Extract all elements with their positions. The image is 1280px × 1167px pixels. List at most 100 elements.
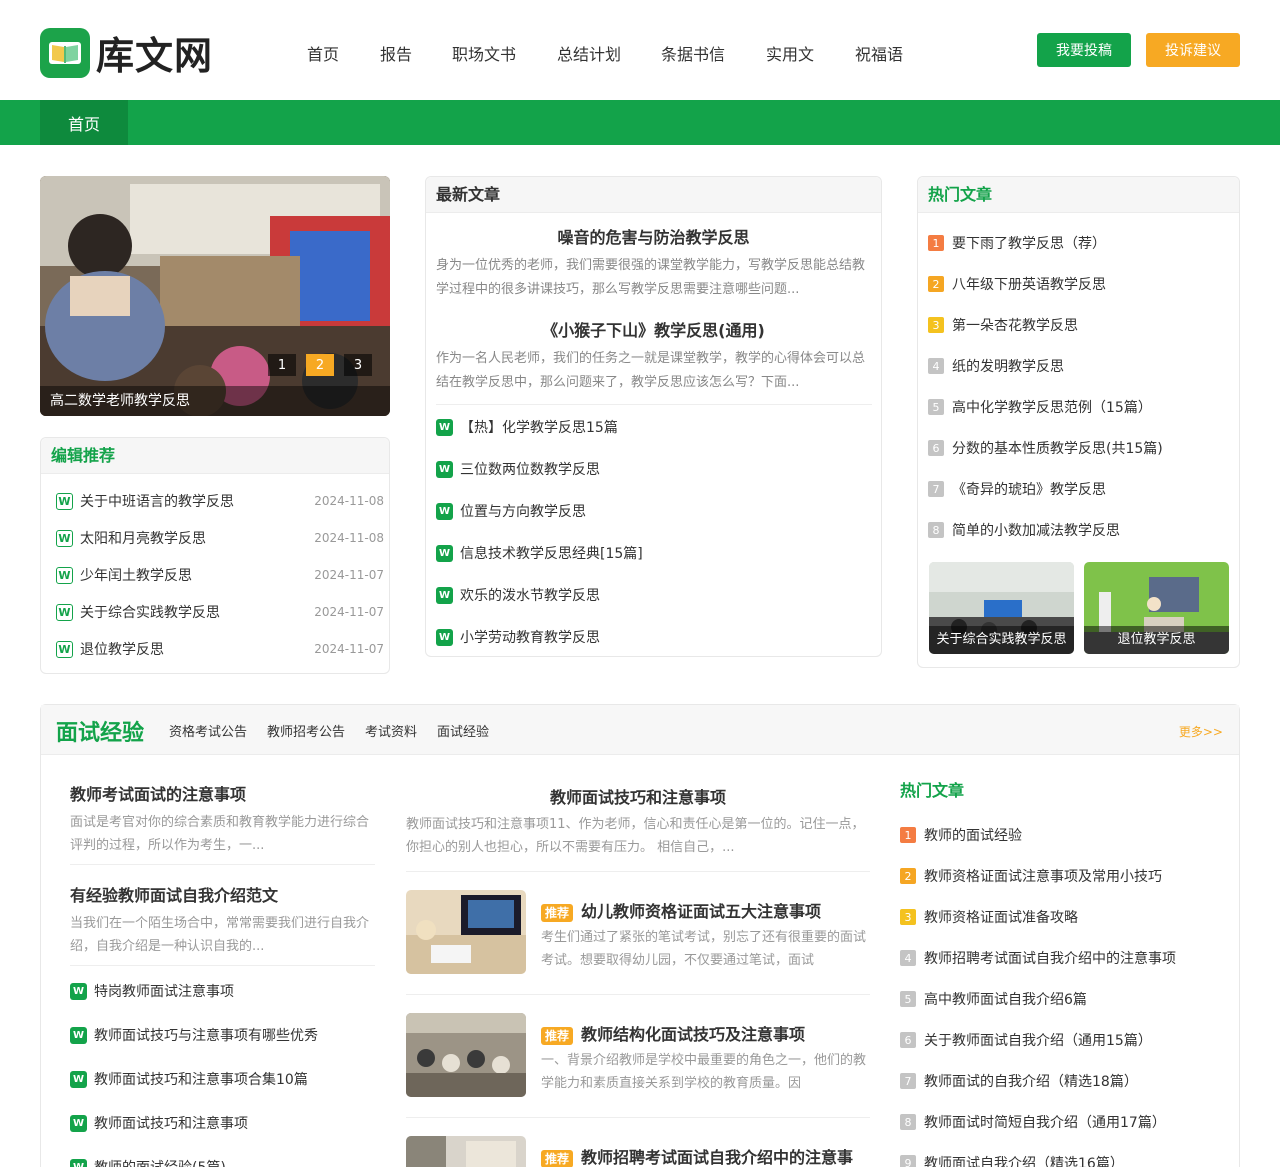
more-link[interactable]: 更多>> xyxy=(1179,723,1223,740)
list-item-title[interactable]: 欢乐的泼水节教学反思 xyxy=(460,585,600,605)
hot-item[interactable]: 4 纸的发明教学反思 xyxy=(928,356,1064,376)
image-slider[interactable]: 1 2 3 高二数学老师教学反思 xyxy=(40,176,390,416)
list-item-title[interactable]: 教师面试技巧与注意事项有哪些优秀 xyxy=(94,1025,318,1045)
hot-item[interactable]: 4 教师招聘考试面试自我介绍中的注意事项 xyxy=(900,948,1176,968)
feature-article-title[interactable]: 有经验教师面试自我介绍范文 xyxy=(70,882,278,906)
list-item-title[interactable]: 关于综合实践教学反思 xyxy=(80,602,314,622)
hot-item[interactable]: 1 要下雨了教学反思（荐） xyxy=(928,233,1106,253)
feature-article-title[interactable]: 《小猴子下山》教学反思(通用) xyxy=(426,317,881,341)
feature-article-title[interactable]: 教师考试面试的注意事项 xyxy=(70,781,246,805)
nav-home[interactable]: 首页 xyxy=(307,41,339,65)
breadcrumb-home[interactable]: 首页 xyxy=(40,100,128,145)
list-item-title[interactable]: 少年闰土教学反思 xyxy=(80,565,314,585)
list-item[interactable]: W 退位教学反思 2024-11-07 xyxy=(56,639,384,659)
hot-item-title[interactable]: 教师招聘考试面试自我介绍中的注意事项 xyxy=(924,948,1176,968)
thumbnail-caption[interactable]: 退位教学反思 xyxy=(1084,626,1229,654)
hot-item-title[interactable]: 教师面试时简短自我介绍（通用17篇） xyxy=(924,1112,1166,1132)
tab-qualification-notice[interactable]: 资格考试公告 xyxy=(169,721,247,740)
tab-interview-experience[interactable]: 面试经验 xyxy=(437,721,489,740)
news-item-title-row[interactable]: 推荐 教师结构化面试技巧及注意事项 xyxy=(541,1021,805,1045)
list-item-title[interactable]: 【热】化学教学反思15篇 xyxy=(460,417,618,437)
news-item-title-row[interactable]: 推荐 教师招聘考试面试自我介绍中的注意事 xyxy=(541,1144,853,1167)
list-item[interactable]: W 教师面试技巧与注意事项有哪些优秀 xyxy=(70,1025,318,1045)
hot-item-title[interactable]: 教师面试自我介绍（精选16篇） xyxy=(924,1153,1124,1167)
hot-item-title[interactable]: 简单的小数加减法教学反思 xyxy=(952,520,1120,540)
hot-item-title[interactable]: 教师的面试经验 xyxy=(924,825,1022,845)
hot-item-title[interactable]: 教师资格证面试准备攻略 xyxy=(924,907,1078,927)
list-item[interactable]: W 关于综合实践教学反思 2024-11-07 xyxy=(56,602,384,622)
list-item-title[interactable]: 退位教学反思 xyxy=(80,639,314,659)
list-item-title[interactable]: 小学劳动教育教学反思 xyxy=(460,627,600,647)
hot-item[interactable]: 5 高中教师面试自我介绍6篇 xyxy=(900,989,1087,1009)
hot-item[interactable]: 1 教师的面试经验 xyxy=(900,825,1022,845)
hot-item[interactable]: 5 高中化学教学反思范例（15篇） xyxy=(928,397,1152,417)
headline-title[interactable]: 教师面试技巧和注意事项 xyxy=(406,784,870,808)
list-item-title[interactable]: 关于中班语言的教学反思 xyxy=(80,491,314,511)
list-item-title[interactable]: 特岗教师面试注意事项 xyxy=(94,981,234,1001)
list-item[interactable]: W 教师面试技巧和注意事项 xyxy=(70,1113,248,1133)
news-title[interactable]: 幼儿教师资格证面试五大注意事项 xyxy=(581,902,821,921)
hot-item[interactable]: 2 八年级下册英语教学反思 xyxy=(928,274,1106,294)
hot-item[interactable]: 9 教师面试自我介绍（精选16篇） xyxy=(900,1153,1124,1167)
hot-item-title[interactable]: 第一朵杏花教学反思 xyxy=(952,315,1078,335)
news-title[interactable]: 教师结构化面试技巧及注意事项 xyxy=(581,1025,805,1044)
nav-summary-plan[interactable]: 总结计划 xyxy=(557,41,621,65)
hot-item-title[interactable]: 要下雨了教学反思（荐） xyxy=(952,233,1106,253)
hot-item[interactable]: 8 教师面试时简短自我介绍（通用17篇） xyxy=(900,1112,1166,1132)
hot-item-title[interactable]: 教师资格证面试注意事项及常用小技巧 xyxy=(924,866,1162,886)
hot-item-title[interactable]: 《奇异的琥珀》教学反思 xyxy=(952,479,1106,499)
site-logo[interactable]: 库文网 xyxy=(40,25,213,80)
news-thumbnail[interactable] xyxy=(406,1136,526,1167)
thumbnail-caption[interactable]: 关于综合实践教学反思 xyxy=(929,626,1074,654)
list-item[interactable]: W 少年闰土教学反思 2024-11-07 xyxy=(56,565,384,585)
thumbnail-card[interactable]: 关于综合实践教学反思 xyxy=(929,562,1074,654)
nav-practical[interactable]: 实用文 xyxy=(766,41,814,65)
list-item[interactable]: W 位置与方向教学反思 xyxy=(436,501,586,521)
nav-report[interactable]: 报告 xyxy=(380,41,412,65)
nav-blessings[interactable]: 祝福语 xyxy=(855,41,903,65)
list-item-title[interactable]: 太阳和月亮教学反思 xyxy=(80,528,314,548)
list-item-title[interactable]: 位置与方向教学反思 xyxy=(460,501,586,521)
list-item[interactable]: W 特岗教师面试注意事项 xyxy=(70,981,234,1001)
slider-dot-active[interactable]: 2 xyxy=(306,354,334,376)
hot-item[interactable]: 7 教师面试的自我介绍（精选18篇） xyxy=(900,1071,1138,1091)
hot-item-title[interactable]: 分数的基本性质教学反思(共15篇) xyxy=(952,438,1163,458)
slider-dot[interactable]: 1 xyxy=(268,354,296,376)
list-item-title[interactable]: 教师面试技巧和注意事项 xyxy=(94,1113,248,1133)
list-item[interactable]: W 教师的面试经验(5篇) xyxy=(70,1157,226,1167)
list-item[interactable]: W 教师面试技巧和注意事项合集10篇 xyxy=(70,1069,308,1089)
list-item[interactable]: W 【热】化学教学反思15篇 xyxy=(436,417,618,437)
list-item[interactable]: W 关于中班语言的教学反思 2024-11-08 xyxy=(56,491,384,511)
list-item[interactable]: W 信息技术教学反思经典[15篇] xyxy=(436,543,643,563)
news-title[interactable]: 教师招聘考试面试自我介绍中的注意事 xyxy=(581,1148,853,1167)
hot-item[interactable]: 7 《奇异的琥珀》教学反思 xyxy=(928,479,1106,499)
feature-article-title[interactable]: 噪音的危害与防治教学反思 xyxy=(426,224,881,248)
tab-recruitment-notice[interactable]: 教师招考公告 xyxy=(267,721,345,740)
complaint-button[interactable]: 投诉建议 xyxy=(1146,33,1240,67)
hot-item[interactable]: 3 第一朵杏花教学反思 xyxy=(928,315,1078,335)
hot-item-title[interactable]: 纸的发明教学反思 xyxy=(952,356,1064,376)
list-item-title[interactable]: 三位数两位数教学反思 xyxy=(460,459,600,479)
hot-item[interactable]: 6 关于教师面试自我介绍（通用15篇） xyxy=(900,1030,1152,1050)
hot-item-title[interactable]: 高中化学教学反思范例（15篇） xyxy=(952,397,1152,417)
list-item-title[interactable]: 信息技术教学反思经典[15篇] xyxy=(460,543,643,563)
hot-item-title[interactable]: 八年级下册英语教学反思 xyxy=(952,274,1106,294)
list-item-title[interactable]: 教师面试技巧和注意事项合集10篇 xyxy=(94,1069,308,1089)
news-item-title-row[interactable]: 推荐 幼儿教师资格证面试五大注意事项 xyxy=(541,898,821,922)
list-item[interactable]: W 小学劳动教育教学反思 xyxy=(436,627,600,647)
nav-letters[interactable]: 条据书信 xyxy=(661,41,725,65)
list-item[interactable]: W 太阳和月亮教学反思 2024-11-08 xyxy=(56,528,384,548)
nav-workplace-docs[interactable]: 职场文书 xyxy=(452,41,516,65)
hot-item[interactable]: 8 简单的小数加减法教学反思 xyxy=(928,520,1120,540)
hot-item-title[interactable]: 教师面试的自我介绍（精选18篇） xyxy=(924,1071,1138,1091)
hot-item-title[interactable]: 关于教师面试自我介绍（通用15篇） xyxy=(924,1030,1152,1050)
slider-caption[interactable]: 高二数学老师教学反思 xyxy=(40,386,390,416)
list-item-title[interactable]: 教师的面试经验(5篇) xyxy=(94,1157,226,1167)
news-thumbnail[interactable] xyxy=(406,1013,526,1097)
thumbnail-card[interactable]: 退位教学反思 xyxy=(1084,562,1229,654)
list-item[interactable]: W 三位数两位数教学反思 xyxy=(436,459,600,479)
hot-item[interactable]: 6 分数的基本性质教学反思(共15篇) xyxy=(928,438,1163,458)
hot-item-title[interactable]: 高中教师面试自我介绍6篇 xyxy=(924,989,1087,1009)
submit-article-button[interactable]: 我要投稿 xyxy=(1037,33,1131,67)
news-thumbnail[interactable] xyxy=(406,890,526,974)
